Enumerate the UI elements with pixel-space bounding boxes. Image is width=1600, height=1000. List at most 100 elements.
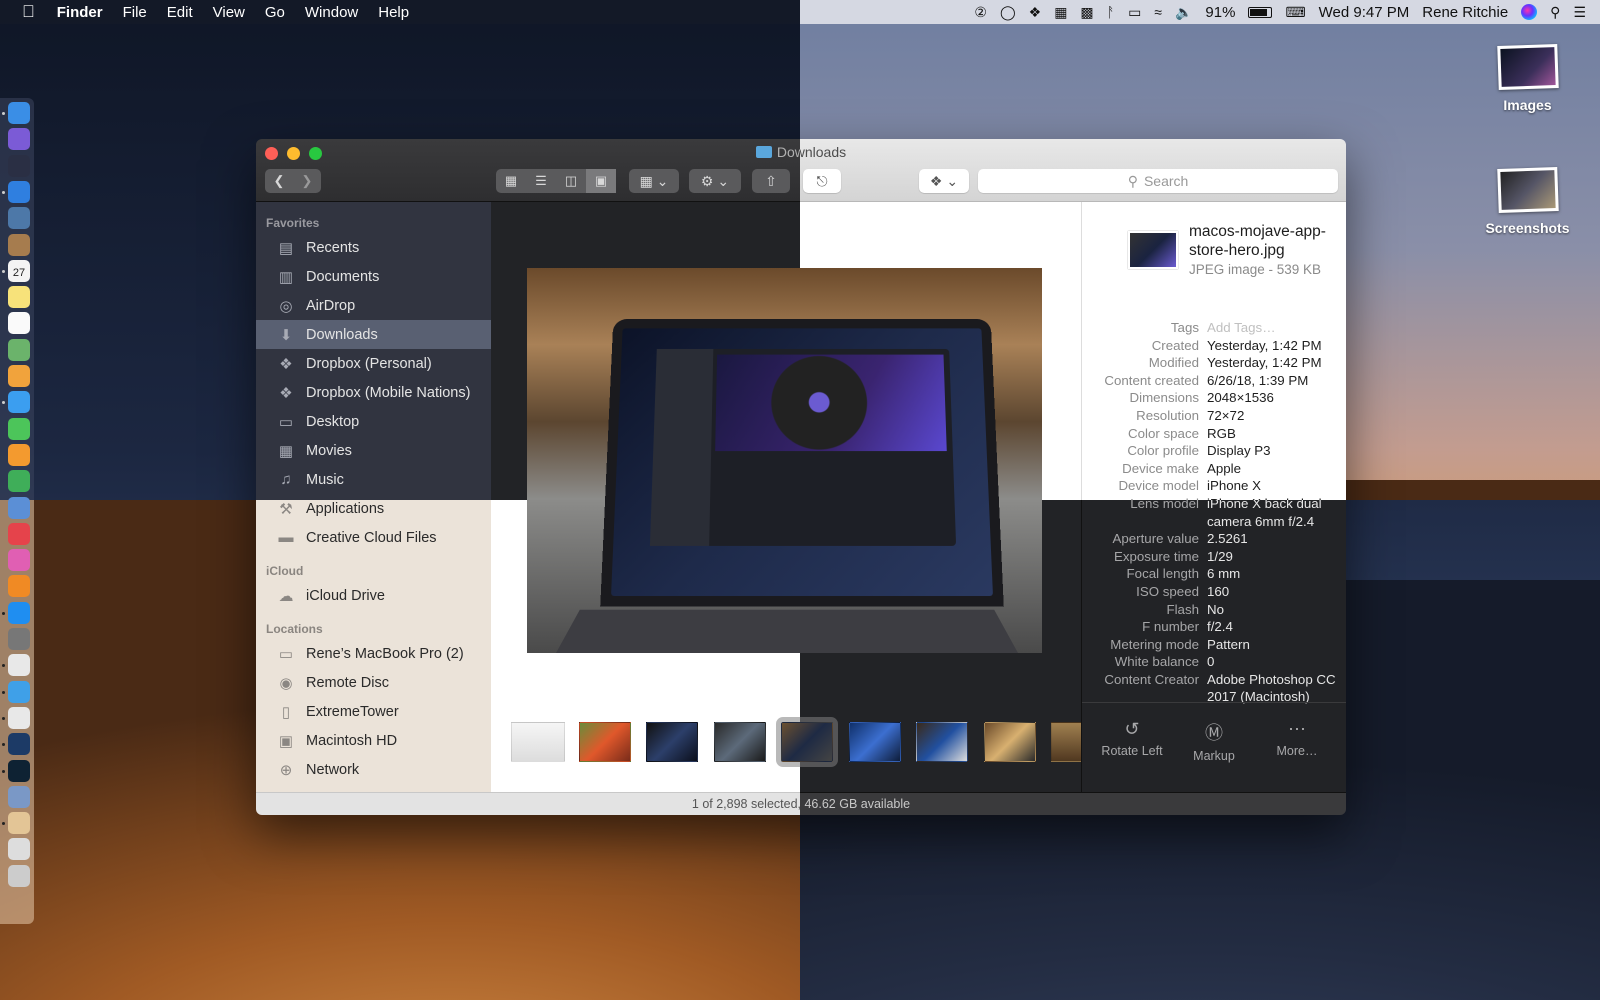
dropbox-button[interactable]: ❖ ⌄ <box>919 169 969 193</box>
dock-app-chrome[interactable] <box>8 706 30 729</box>
apple-menu-icon[interactable]:  <box>22 2 35 22</box>
sidebar-item-dropbox-mobile-nations[interactable]: ❖ Dropbox (Mobile Nations) <box>256 378 491 407</box>
more-button[interactable]: ⋯ More… <box>1257 719 1337 758</box>
creative-cloud-icon[interactable]: ◯ <box>1000 4 1016 21</box>
markup-button[interactable]: Ⓜ Markup <box>1174 719 1254 763</box>
dock-app-finder[interactable] <box>8 102 30 124</box>
metadata-value: 72×72 <box>1207 407 1245 423</box>
sidebar-item-remote-disc[interactable]: ◉ Remote Disc <box>256 668 491 697</box>
column-view-icon[interactable]: ◫ <box>556 169 586 193</box>
dock-app-photoshop[interactable] <box>8 759 30 782</box>
menu-window[interactable]: Window <box>305 4 358 21</box>
tags-button[interactable]: ⎋ <box>803 169 841 193</box>
metadata-value: Yesterday, 1:42 PM <box>1207 337 1322 353</box>
sidebar-item-airdrop[interactable]: ◎ AirDrop <box>256 291 491 320</box>
sidebar-item-creative-cloud-files[interactable]: ▬ Creative Cloud Files <box>256 523 491 552</box>
forward-button[interactable]: ❯ <box>293 169 321 193</box>
dock-app-books[interactable] <box>8 575 30 598</box>
menu-go[interactable]: Go <box>265 4 285 21</box>
spotlight-icon[interactable]: ⚲ <box>1550 4 1560 21</box>
sidebar-item-extremetower[interactable]: ▯ ExtremeTower <box>256 697 491 726</box>
icon-view-icon[interactable]: ▦ <box>496 169 526 193</box>
menu-file[interactable]: File <box>123 4 147 21</box>
dock-app-app-store[interactable] <box>8 601 30 624</box>
gallery-thumbnail[interactable] <box>646 722 698 762</box>
dock-app-messages[interactable] <box>8 391 30 414</box>
dock-app-maps[interactable] <box>8 338 30 361</box>
dock-app-reminders[interactable] <box>8 312 30 335</box>
dock-app-numbers[interactable] <box>8 470 30 493</box>
dock-app-safari[interactable] <box>8 180 30 203</box>
dock-app-itunes[interactable] <box>8 549 30 572</box>
back-button[interactable]: ❮ <box>265 169 293 193</box>
dock-app-downloads-stack[interactable] <box>8 838 30 861</box>
battery-icon[interactable] <box>1248 6 1273 18</box>
search-input[interactable]: ⚲ Search <box>978 169 1338 193</box>
share-button[interactable]: ⇧ <box>752 169 790 193</box>
sidebar-item-downloads[interactable]: ⬇ Downloads <box>256 320 491 349</box>
action-button[interactable]: ⚙ ⌄ <box>689 169 741 193</box>
volume-icon[interactable]: 🔈 <box>1175 4 1192 21</box>
dock-app-news[interactable] <box>8 522 30 545</box>
rotate-left-button[interactable]: ↺ Rotate Left <box>1092 719 1172 758</box>
dock-app-contacts[interactable] <box>8 233 30 256</box>
sidebar-item-network[interactable]: ⊕ Network <box>256 755 491 784</box>
menu-edit[interactable]: Edit <box>167 4 193 21</box>
bluetooth-icon[interactable]: ᚨ <box>1107 4 1115 20</box>
airplay-icon[interactable]: ▭ <box>1128 4 1141 21</box>
siri-icon[interactable] <box>1521 4 1538 20</box>
menu-app-name[interactable]: Finder <box>57 4 103 21</box>
dock-app-notes[interactable] <box>8 286 30 309</box>
desktop-item-screenshots[interactable]: Screenshots <box>1470 166 1585 236</box>
gallery-thumbnail[interactable] <box>916 722 968 762</box>
gallery-thumbnail[interactable] <box>511 722 565 762</box>
sidebar-item-movies[interactable]: ▦ Movies <box>256 436 491 465</box>
wifi-icon[interactable]: ≈ <box>1154 4 1162 20</box>
gallery-thumbnail[interactable] <box>713 722 766 762</box>
bartender-icon[interactable]: ▦ <box>1054 4 1067 21</box>
sidebar-item-documents[interactable]: ▥ Documents <box>256 262 491 291</box>
dock-app-photos[interactable] <box>8 365 30 387</box>
add-tags-field[interactable]: Add Tags… <box>1207 319 1337 337</box>
sidebar-item-recents[interactable]: ▤ Recents <box>256 233 491 262</box>
dock-app-mail[interactable] <box>8 812 30 835</box>
sidebar-item-desktop[interactable]: ▭ Desktop <box>256 407 491 436</box>
list-view-icon[interactable]: ☰ <box>526 169 556 193</box>
gallery-thumbnail[interactable] <box>848 722 901 762</box>
gallery-thumbnail[interactable] <box>578 722 631 762</box>
gallery-thumbnail[interactable] <box>983 722 1036 762</box>
sidebar-item-dropbox-personal[interactable]: ❖ Dropbox (Personal) <box>256 349 491 378</box>
sidebar-item-rene-s-macbook-pro-2[interactable]: ▭ Rene’s MacBook Pro (2) <box>256 639 491 668</box>
dropbox-icon: ❖ ⌄ <box>929 172 959 189</box>
menu-view[interactable]: View <box>213 4 245 21</box>
keyboard-viewer-icon[interactable]: ⌨ <box>1285 4 1305 21</box>
menu-user[interactable]: Rene Ritchie <box>1422 4 1508 21</box>
battery-percent[interactable]: 91% <box>1205 4 1235 21</box>
dock-app-tweetbot[interactable] <box>8 680 30 703</box>
desktop-item-images[interactable]: Images <box>1470 43 1585 113</box>
notification-center-icon[interactable]: ☰ <box>1573 4 1586 21</box>
dock-app-image-capture[interactable] <box>8 785 30 808</box>
dock-app-trash[interactable] <box>8 864 30 887</box>
sidebar-item-macintosh-hd[interactable]: ▣ Macintosh HD <box>256 726 491 755</box>
metadata-value: 2.5261 <box>1207 531 1248 547</box>
dock-app-quicktime-player[interactable] <box>8 733 30 756</box>
menu-help[interactable]: Help <box>378 4 409 21</box>
dropbox-icon[interactable]: ❖ <box>1029 4 1042 21</box>
sidebar-item-icloud-drive[interactable]: ☁ iCloud Drive <box>256 581 491 610</box>
menu-clock[interactable]: Wed 9:47 PM <box>1319 4 1410 21</box>
dock-app-launchpad[interactable] <box>8 154 30 177</box>
dock-app-siri[interactable] <box>8 128 30 151</box>
sidebar-item-music[interactable]: ♫ Music <box>256 465 491 494</box>
dock-app-facetime[interactable] <box>8 417 30 440</box>
dock-app-calendar[interactable]: 27 <box>8 259 30 282</box>
dock-app-slack[interactable] <box>8 654 30 677</box>
dock-app-preview[interactable] <box>8 207 30 230</box>
1password-icon[interactable]: ② <box>974 4 987 21</box>
dock-app-system-preferences[interactable] <box>8 628 30 650</box>
group-button[interactable]: ▦ ⌄ <box>629 169 679 193</box>
dock-app-pages[interactable] <box>8 443 30 466</box>
gear-menu-icon[interactable]: ▩ <box>1080 4 1093 21</box>
metadata-key: Device make <box>1122 460 1199 476</box>
gallery-view-icon[interactable]: ▣ <box>586 169 616 193</box>
